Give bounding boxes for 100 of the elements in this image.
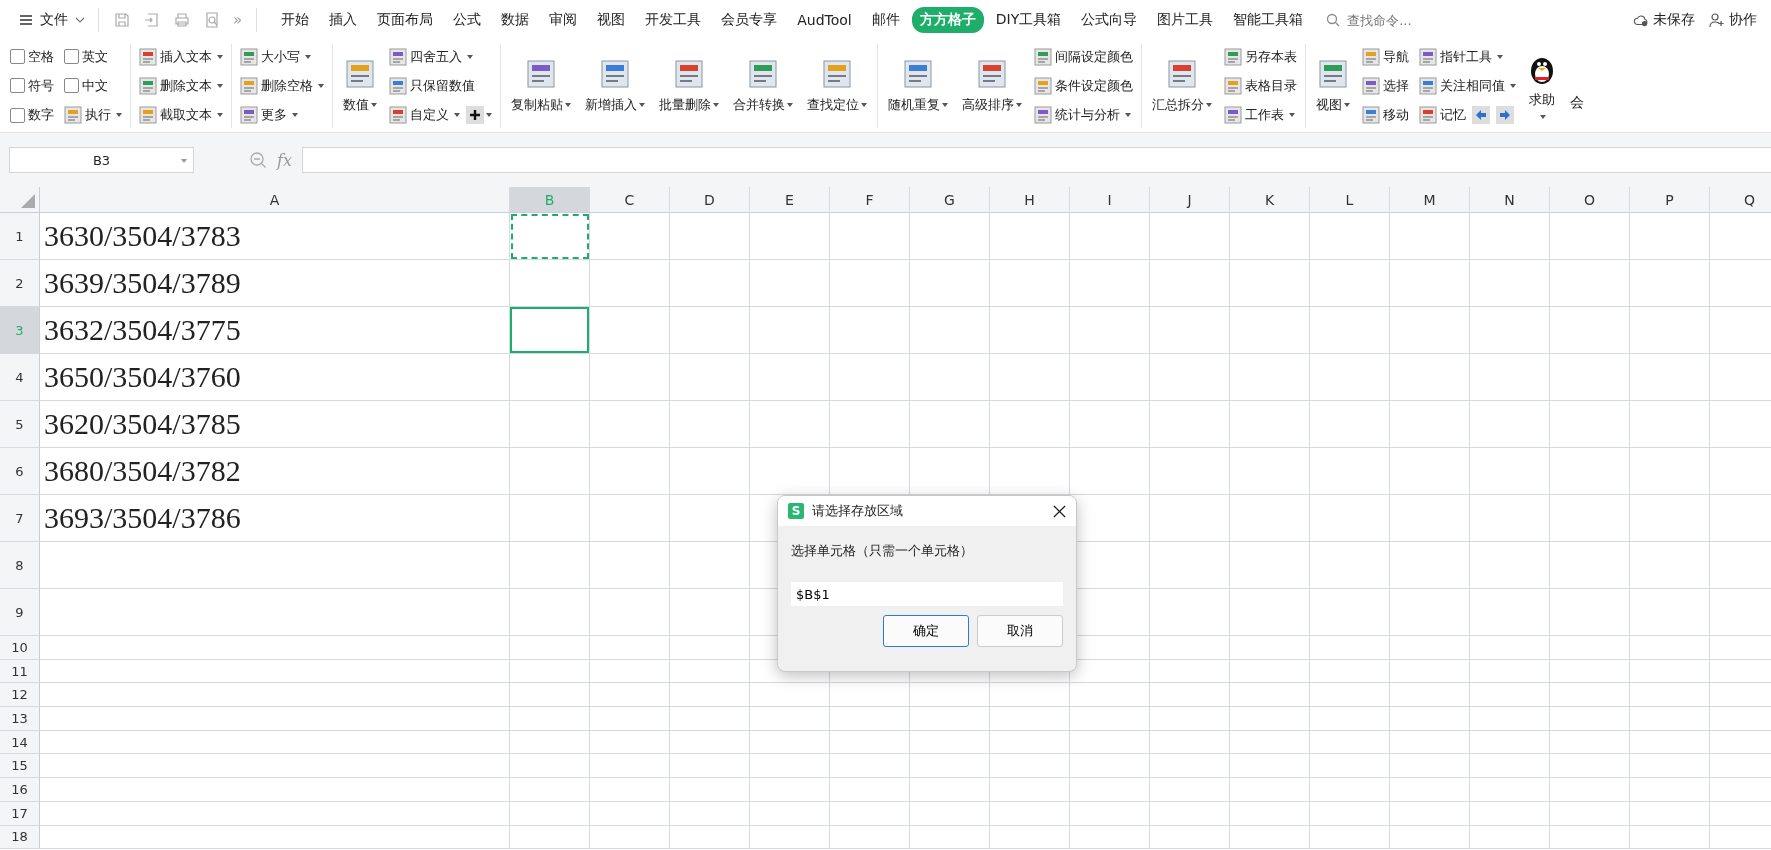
toolbar-button[interactable]: 复制粘贴 (509, 54, 573, 118)
table-cell[interactable] (1630, 542, 1710, 589)
table-cell[interactable] (1470, 589, 1550, 636)
table-cell[interactable] (830, 707, 910, 731)
toolbar-button[interactable]: 记忆 (1419, 106, 1466, 125)
table-cell[interactable] (830, 401, 910, 448)
table-cell[interactable] (1150, 448, 1230, 495)
table-cell[interactable] (1550, 448, 1630, 495)
table-cell[interactable] (990, 778, 1070, 802)
checkbox-option[interactable]: 中文 (64, 77, 108, 95)
table-cell[interactable] (830, 683, 910, 708)
ribbon-tab[interactable]: 开始 (273, 7, 318, 33)
table-cell[interactable] (590, 778, 670, 802)
table-cell[interactable] (1070, 730, 1150, 755)
table-cell[interactable] (1390, 754, 1470, 779)
table-cell[interactable] (670, 307, 750, 354)
table-cell[interactable] (510, 636, 590, 660)
table-cell[interactable] (510, 683, 590, 708)
table-cell[interactable] (1630, 589, 1710, 636)
table-cell[interactable] (990, 730, 1070, 755)
table-cell[interactable] (1630, 354, 1710, 401)
toolbar-button[interactable]: 批量删除 (657, 54, 721, 118)
table-cell[interactable] (40, 589, 510, 636)
table-cell[interactable] (670, 589, 750, 636)
toolbar-button[interactable]: 查找定位 (805, 54, 869, 118)
ribbon-tab[interactable]: AudTool (789, 8, 860, 32)
checkbox[interactable] (64, 49, 79, 65)
table-cell[interactable] (1630, 801, 1710, 826)
table-cell[interactable] (1550, 354, 1630, 401)
table-cell[interactable] (750, 354, 830, 401)
table-cell[interactable] (1070, 825, 1150, 850)
table-cell[interactable] (40, 659, 510, 684)
table-cell[interactable] (1230, 730, 1310, 755)
table-cell[interactable] (1630, 448, 1710, 495)
table-cell[interactable] (910, 801, 990, 826)
table-cell[interactable] (1230, 589, 1310, 636)
table-cell[interactable] (1470, 307, 1550, 354)
table-cell[interactable] (830, 801, 910, 826)
formula-field[interactable] (301, 147, 1771, 173)
table-cell[interactable] (910, 683, 990, 708)
table-cell[interactable] (1390, 307, 1470, 354)
table-cell[interactable] (1470, 730, 1550, 755)
table-cell[interactable] (1470, 542, 1550, 589)
table-cell[interactable] (1310, 495, 1390, 542)
table-cell[interactable] (590, 542, 670, 589)
table-cell[interactable] (1230, 354, 1310, 401)
table-cell[interactable] (1310, 778, 1390, 802)
table-cell[interactable] (40, 730, 510, 755)
column-header[interactable]: G (910, 187, 990, 213)
table-cell[interactable] (1470, 213, 1550, 260)
table-cell[interactable] (590, 659, 670, 684)
table-cell[interactable] (1070, 707, 1150, 731)
table-cell[interactable] (830, 778, 910, 802)
table-cell[interactable] (510, 354, 590, 401)
name-box[interactable]: B3 (9, 147, 194, 173)
table-cell[interactable] (510, 825, 590, 850)
table-cell[interactable] (1630, 213, 1710, 260)
table-cell[interactable] (1550, 730, 1630, 755)
table-cell[interactable] (670, 754, 750, 779)
table-cell[interactable] (1550, 683, 1630, 708)
column-header[interactable]: H (990, 187, 1070, 213)
table-cell[interactable] (910, 754, 990, 779)
table-cell[interactable] (750, 260, 830, 307)
table-cell[interactable]: 3620/3504/3785 (40, 401, 510, 448)
table-cell[interactable] (1310, 659, 1390, 684)
table-cell[interactable] (590, 260, 670, 307)
row-header[interactable]: 13 (0, 707, 40, 731)
table-cell[interactable] (1630, 636, 1710, 660)
ribbon-tab[interactable]: DIY工具箱 (987, 7, 1070, 33)
row-header[interactable]: 12 (0, 683, 40, 708)
table-cell[interactable] (1390, 260, 1470, 307)
table-cell[interactable] (670, 401, 750, 448)
table-cell[interactable] (510, 260, 590, 307)
table-cell[interactable] (1230, 683, 1310, 708)
table-cell[interactable] (40, 683, 510, 708)
column-header[interactable]: L (1310, 187, 1390, 213)
table-cell[interactable] (1630, 659, 1710, 684)
table-cell[interactable] (830, 825, 910, 850)
table-cell[interactable] (1230, 307, 1310, 354)
column-header[interactable]: F (830, 187, 910, 213)
column-header[interactable]: D (670, 187, 750, 213)
table-cell[interactable] (1550, 213, 1630, 260)
table-cell[interactable] (1390, 542, 1470, 589)
table-cell[interactable] (590, 636, 670, 660)
table-cell[interactable] (990, 260, 1070, 307)
table-cell[interactable] (1150, 542, 1230, 589)
table-cell[interactable] (510, 542, 590, 589)
ribbon-tab[interactable]: 开发工具 (637, 7, 710, 33)
checkbox-option[interactable]: 空格 (10, 47, 54, 66)
table-cell[interactable] (1070, 260, 1150, 307)
table-cell[interactable] (1310, 260, 1390, 307)
table-cell[interactable] (1630, 707, 1710, 731)
table-cell[interactable] (670, 448, 750, 495)
table-cell[interactable] (1150, 707, 1230, 731)
row-header[interactable]: 9 (0, 589, 40, 636)
table-cell[interactable] (590, 307, 670, 354)
table-cell[interactable] (1550, 307, 1630, 354)
column-header[interactable]: A (40, 187, 510, 213)
table-cell[interactable] (590, 495, 670, 542)
add-button[interactable] (466, 106, 492, 125)
